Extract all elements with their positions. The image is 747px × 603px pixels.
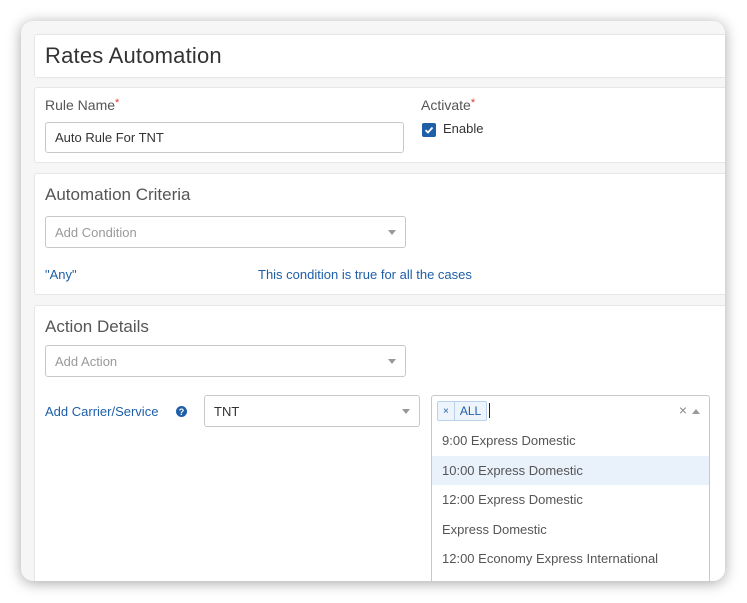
chevron-up-icon[interactable] [692,409,700,414]
text-cursor [489,403,490,418]
required-mark: * [470,97,476,109]
app-window: Rates Automation Rule Name* Auto Rule Fo… [21,21,725,581]
activate-label-text: Activate [421,97,471,113]
rule-name-input[interactable]: Auto Rule For TNT [45,122,404,153]
automation-criteria-card: Automation Criteria Add Condition "Any" … [34,173,725,295]
service-option[interactable]: Express Domestic [432,515,709,545]
chevron-down-icon [388,359,396,364]
check-icon [424,126,434,134]
carrier-select[interactable]: TNT [204,395,420,427]
page-title: Rates Automation [45,43,222,68]
add-condition-select[interactable]: Add Condition [45,216,406,248]
clear-icon[interactable]: × [679,402,687,418]
chevron-down-icon [388,230,396,235]
enable-label[interactable]: Enable [443,121,483,136]
rule-card: Rule Name* Auto Rule For TNT Activate* E… [34,87,725,163]
help-icon[interactable]: ? [176,406,187,417]
add-condition-placeholder: Add Condition [55,224,137,240]
service-multiselect[interactable]: × ALL × [431,395,710,427]
add-carrier-service-label: Add Carrier/Service [45,404,159,419]
rule-name-value: Auto Rule For TNT [55,130,164,145]
add-action-select[interactable]: Add Action [45,345,406,377]
tag-remove-icon[interactable]: × [438,402,455,420]
carrier-select-value: TNT [214,403,240,419]
chevron-down-icon [402,409,410,414]
criteria-title: Automation Criteria [45,185,191,204]
required-mark: * [115,97,120,109]
service-option[interactable]: 12:00 Express Domestic [432,485,709,515]
enable-checkbox[interactable] [422,123,436,137]
any-condition-description: This condition is true for all the cases [258,267,472,282]
title-card: Rates Automation [34,34,725,78]
rule-name-label-text: Rule Name [45,97,116,113]
add-action-placeholder: Add Action [55,353,118,369]
action-title: Action Details [45,317,149,336]
rule-name-label: Rule Name* [45,97,119,113]
service-dropdown-list: 9:00 Express Domestic 10:00 Express Domes… [431,426,710,581]
service-option[interactable]: 12:00 Economy Express International [432,544,709,574]
service-option[interactable]: 10:00 Express Domestic [432,455,709,485]
service-tag-label: ALL [459,404,482,418]
service-tag-all: × ALL [437,401,488,421]
activate-label: Activate* [421,97,475,113]
service-option[interactable]: 9:00 Express Domestic [432,426,709,456]
any-condition-label: "Any" [45,267,77,282]
